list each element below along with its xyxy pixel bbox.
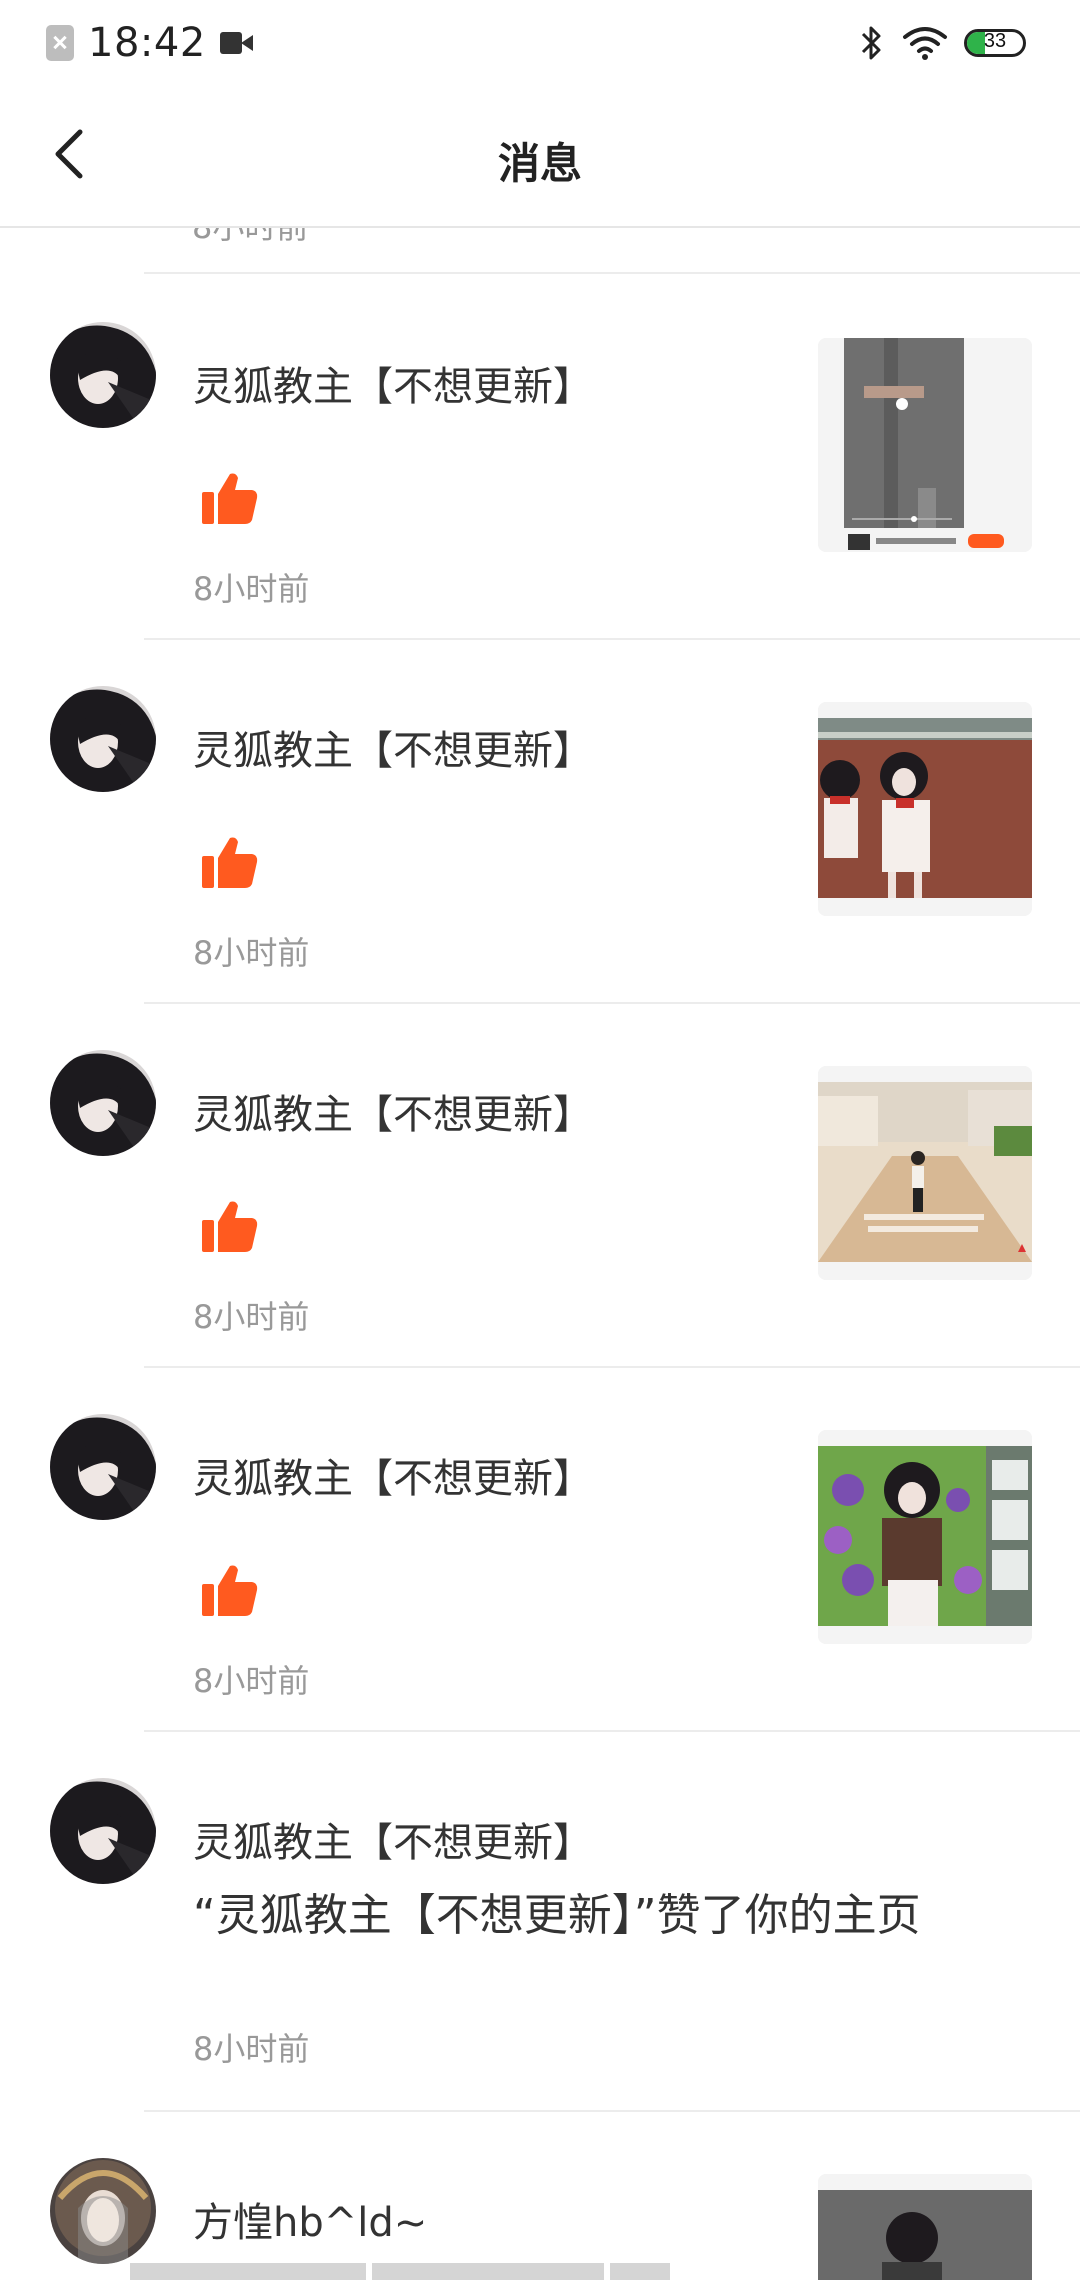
avatar[interactable] bbox=[50, 2158, 156, 2264]
thumbs-up-icon bbox=[202, 837, 258, 888]
status-left: 18:42 bbox=[46, 18, 254, 68]
partial-list-item[interactable]: 8小时前 bbox=[144, 208, 1080, 274]
thumbs-up-icon bbox=[202, 473, 258, 524]
avatar[interactable] bbox=[50, 1050, 156, 1156]
list-item[interactable]: 灵狐教主【不想更新】 8小时前 bbox=[0, 1002, 1080, 1368]
battery-icon: 33 bbox=[964, 29, 1026, 57]
message-text: “灵狐教主【不想更新】”赞了你的主页 bbox=[193, 1890, 921, 1941]
list-item[interactable]: 灵狐教主【不想更新】 8小时前 bbox=[0, 1366, 1080, 1732]
list-item[interactable]: 灵狐教主【不想更新】 8小时前 bbox=[0, 638, 1080, 1004]
avatar[interactable] bbox=[50, 1414, 156, 1520]
post-thumbnail[interactable] bbox=[818, 702, 1032, 916]
list-item[interactable]: 灵狐教主【不想更新】 “灵狐教主【不想更新】”赞了你的主页 8小时前 bbox=[0, 1730, 1080, 2112]
post-thumbnail[interactable] bbox=[818, 1066, 1032, 1280]
thumbs-up-icon bbox=[202, 1565, 258, 1616]
status-time: 18:42 bbox=[88, 20, 206, 66]
bottom-preview-bar bbox=[130, 2263, 1080, 2280]
status-right: 33 bbox=[860, 20, 1026, 66]
bluetooth-icon bbox=[861, 26, 881, 60]
post-thumbnail[interactable] bbox=[818, 1430, 1032, 1644]
avatar[interactable] bbox=[50, 686, 156, 792]
list-item[interactable]: 方惶hb^ld~ bbox=[0, 2110, 1080, 2280]
avatar[interactable] bbox=[50, 1778, 156, 1884]
header: 消息 bbox=[0, 86, 1080, 228]
notification-blocked-icon bbox=[46, 25, 74, 61]
user-name[interactable]: 灵狐教主【不想更新】 bbox=[193, 1810, 593, 1868]
list-item[interactable]: 灵狐教主【不想更新】 8小时前 bbox=[0, 274, 1080, 640]
user-name[interactable]: 灵狐教主【不想更新】 bbox=[193, 1082, 593, 1140]
screen: 18:42 33 消息 灵狐教主【不想更新】 8小时前 灵狐教主【不想更新】 8… bbox=[0, 0, 1080, 2280]
thumbs-up-icon bbox=[202, 1201, 258, 1252]
user-name[interactable]: 方惶hb^ld~ bbox=[193, 2190, 427, 2248]
user-name[interactable]: 灵狐教主【不想更新】 bbox=[193, 718, 593, 776]
message-list[interactable]: 8小时前 灵狐教主【不想更新】 8小时前 bbox=[0, 208, 1080, 2280]
user-name[interactable]: 灵狐教主【不想更新】 bbox=[193, 354, 593, 412]
message-time: 8小时前 bbox=[193, 2030, 310, 2068]
page-title: 消息 bbox=[497, 139, 582, 188]
post-thumbnail[interactable] bbox=[818, 338, 1032, 552]
user-name[interactable]: 灵狐教主【不想更新】 bbox=[193, 1446, 593, 1504]
video-icon bbox=[219, 30, 254, 56]
message-time: 8小时前 bbox=[193, 934, 310, 972]
message-time: 8小时前 bbox=[193, 1298, 310, 1336]
status-bar: 18:42 33 bbox=[0, 0, 1080, 86]
battery-level: 33 bbox=[983, 30, 1007, 52]
wifi-icon bbox=[903, 27, 947, 60]
avatar[interactable] bbox=[50, 322, 156, 428]
message-time: 8小时前 bbox=[193, 1662, 310, 1700]
message-time: 8小时前 bbox=[193, 570, 310, 608]
